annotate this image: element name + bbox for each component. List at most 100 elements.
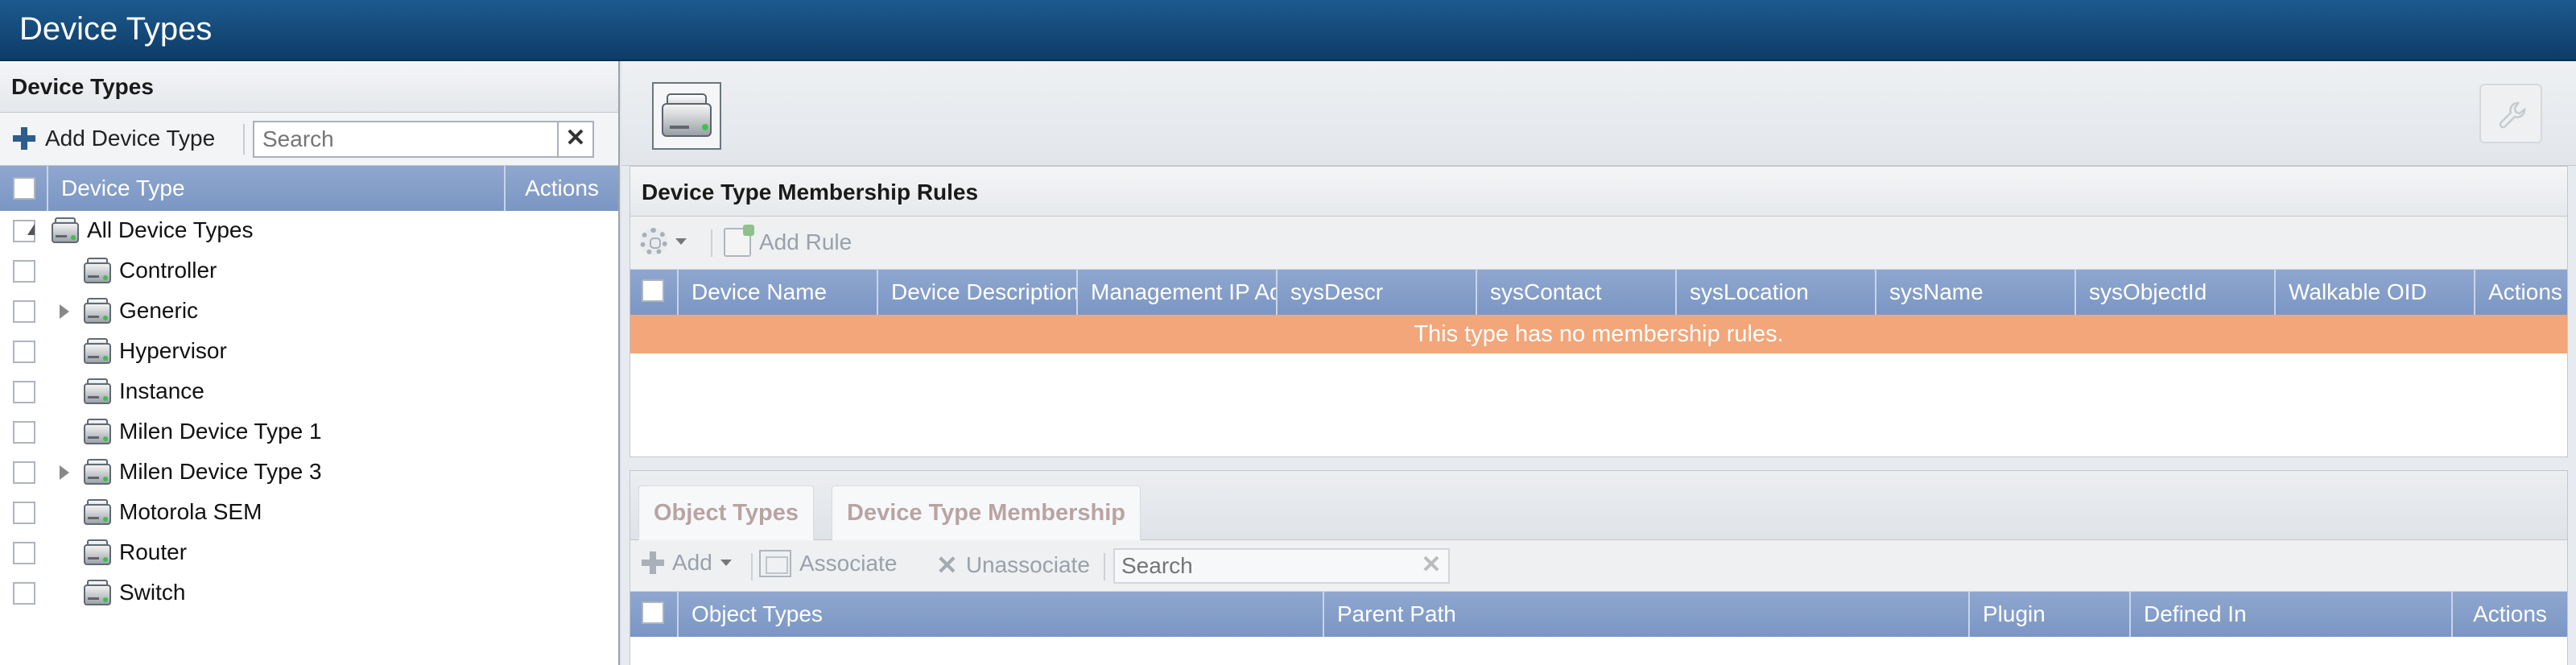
tree-row[interactable]: Milen Device Type 1 [0,412,618,452]
tree-item-label: Motorola SEM [119,499,262,524]
column-actions[interactable]: Actions [506,166,618,211]
add-rule-button[interactable]: Add Rule [724,225,852,257]
unassociate-button[interactable]: ✕ Unassociate [936,550,1090,580]
rules-column-sysdescr[interactable]: sysDescr [1278,270,1477,315]
remove-icon: ✕ [936,551,958,580]
object-types-panel: Object Types Device Type Membership Add … [630,470,2568,665]
tree-item-label: Controller [119,258,217,283]
device-icon [82,457,113,486]
object-types-search-box: ✕ [1113,548,1450,584]
rules-column-syscontact[interactable]: sysContact [1477,270,1677,315]
title-bar: Device Types [0,0,2576,61]
row-checkbox[interactable] [13,542,35,564]
search-input[interactable] [254,122,554,156]
rules-column-management-ip-ad[interactable]: Management IP Ad [1078,270,1278,315]
device-icon [82,578,113,607]
collapse-arrow-icon[interactable] [27,224,35,235]
device-icon [82,498,113,527]
tree-row[interactable]: Motorola SEM [0,493,618,533]
rules-column-walkable-oid[interactable]: Walkable OID [2276,270,2475,315]
membership-rules-title: Device Type Membership Rules [630,167,2567,217]
rules-column-actions[interactable]: Actions [2475,270,2575,315]
associate-label: Associate [799,551,898,576]
tab-strip: Object Types Device Type Membership [630,471,2567,540]
tree-row[interactable]: Instance [0,372,618,412]
no-rules-message: This type has no membership rules. [630,315,2567,353]
device-icon [82,296,113,325]
device-icon [82,417,113,446]
clear-search-icon[interactable]: ✕ [557,122,592,156]
row-checkbox[interactable] [13,381,35,403]
object-types-search-input[interactable] [1115,550,1413,582]
chevron-down-icon [720,560,732,566]
toolbar-separator [751,553,753,580]
row-checkbox[interactable] [13,300,35,323]
expand-arrow-icon[interactable] [60,304,69,319]
tools-button[interactable] [2479,84,2542,143]
tab-object-types[interactable]: Object Types [638,485,814,540]
associate-button[interactable]: Associate [759,550,897,577]
expand-arrow-icon[interactable] [60,465,69,480]
objects-column-parent-path[interactable]: Parent Path [1324,592,1970,637]
row-checkbox[interactable] [13,341,35,363]
device-type-grid-header: Device Type Actions [0,166,618,211]
unassociate-label: Unassociate [965,552,1090,577]
toolbar-separator [243,124,245,155]
objects-select-all-checkbox[interactable] [642,601,664,624]
row-checkbox[interactable] [13,582,35,605]
device-icon [82,337,113,366]
objects-column-object-types[interactable]: Object Types [679,592,1324,637]
tab-device-type-membership[interactable]: Device Type Membership [832,485,1141,540]
rules-select-all-cell [630,270,679,315]
objects-column-defined-in[interactable]: Defined In [2131,592,2453,637]
rules-column-device-name[interactable]: Device Name [679,270,878,315]
add-menu-button[interactable]: Add [642,550,732,576]
search-box: ✕ [253,121,594,158]
app-title: Device Types [19,11,213,47]
tree-row[interactable]: Hypervisor [0,332,618,372]
detail-pane: Device Type Membership Rules Add Rule De… [621,61,2576,665]
object-types-grid-header: Object Types Parent Path Plugin Defined In A… [630,592,2567,637]
device-icon [50,216,80,245]
settings-menu-button[interactable] [640,228,687,255]
add-device-type-button[interactable]: Add Device Type [13,122,215,155]
tree-row[interactable]: Switch [0,573,618,613]
rules-select-all-checkbox[interactable] [642,279,664,302]
row-checkbox[interactable] [13,260,35,283]
objects-column-actions[interactable]: Actions [2453,592,2567,637]
tree-item-label: Hypervisor [119,338,227,363]
column-device-type[interactable]: Device Type [48,166,506,211]
rules-column-sysname[interactable]: sysName [1876,270,2076,315]
row-checkbox[interactable] [13,461,35,484]
associate-icon [759,550,791,577]
row-checkbox[interactable] [13,502,35,524]
panel-title: Device Types [0,61,618,113]
rules-column-syslocation[interactable]: sysLocation [1677,270,1876,315]
plus-icon [642,551,664,574]
select-all-checkbox[interactable] [13,177,35,200]
rules-column-sysobjectid[interactable]: sysObjectId [2076,270,2276,315]
device-icon [82,256,113,285]
device-type-large-icon [652,82,721,150]
tree-row[interactable]: Milen Device Type 3 [0,452,618,493]
tree-row[interactable]: Controller [0,251,618,291]
rules-column-device-description[interactable]: Device Description [878,270,1078,315]
object-types-toolbar: Add Associate ✕ Unassociate ✕ [630,540,2567,592]
gear-icon [640,228,667,255]
tree-row[interactable]: Generic [0,291,618,332]
clear-search-icon[interactable]: ✕ [1414,550,1448,582]
objects-select-all-cell [630,592,679,637]
tree-row[interactable]: All Device Types [0,211,618,251]
add-label: Add [672,550,712,575]
objects-column-plugin[interactable]: Plugin [1970,592,2131,637]
row-checkbox[interactable] [13,421,35,444]
tree-row[interactable]: Router [0,533,618,573]
rules-toolbar: Add Rule [630,217,2567,270]
tree-item-label: Switch [119,580,186,605]
plus-icon [13,127,35,150]
tree-item-label: Milen Device Type 1 [119,419,322,444]
membership-rules-panel: Device Type Membership Rules Add Rule De… [630,166,2568,457]
add-device-type-label: Add Device Type [45,126,216,151]
rules-grid-header: Device Name Device Description Management … [630,270,2567,315]
device-icon [82,377,113,406]
